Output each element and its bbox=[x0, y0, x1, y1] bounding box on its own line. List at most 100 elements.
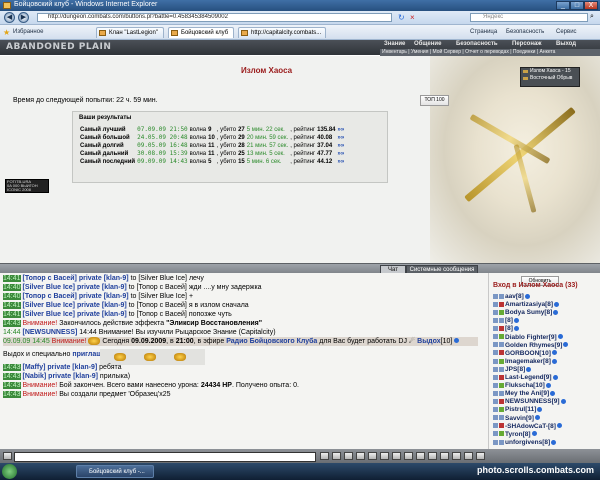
player-name[interactable]: unforgivens[8] bbox=[505, 439, 550, 446]
player-name[interactable]: Pistrul[11] bbox=[505, 406, 536, 413]
nav-security[interactable]: Безопасность bbox=[456, 41, 498, 47]
private-message-icon[interactable] bbox=[493, 431, 498, 437]
player-name[interactable]: -SHAdowCaT-[8] bbox=[505, 423, 556, 430]
chat-private[interactable]: private [klan-9] bbox=[79, 275, 129, 282]
info-icon[interactable] bbox=[551, 439, 557, 445]
chat-sender[interactable]: [Silver Blue Ice] bbox=[22, 284, 75, 291]
info-icon[interactable] bbox=[545, 382, 551, 388]
info-icon[interactable] bbox=[513, 318, 519, 324]
player-name[interactable]: Imagemaker[8] bbox=[505, 358, 551, 365]
clear-button[interactable] bbox=[332, 452, 341, 460]
private-message-icon[interactable] bbox=[493, 366, 498, 372]
info-icon[interactable] bbox=[556, 423, 562, 429]
player-name[interactable]: GORBOON[10] bbox=[505, 350, 551, 357]
result-details-link[interactable]: »» bbox=[338, 158, 347, 166]
private-message-icon[interactable] bbox=[493, 390, 498, 396]
chat-sender[interactable]: [Silver Blue Ice] bbox=[22, 302, 75, 309]
chat-sender[interactable]: [Топор с Васей] bbox=[22, 275, 76, 282]
result-details-link[interactable]: »» bbox=[338, 134, 347, 142]
player-name[interactable]: NEWSUNNESS[9] bbox=[505, 398, 560, 405]
info-icon[interactable] bbox=[557, 334, 563, 340]
chat-private[interactable]: private [klan-9] bbox=[79, 293, 129, 300]
refresh-icon[interactable]: ↻ bbox=[398, 13, 407, 22]
player-name[interactable]: [8] bbox=[505, 317, 513, 324]
chat-message-input[interactable] bbox=[14, 452, 316, 462]
chat-recipient[interactable]: to [Silver Blue Ice] bbox=[131, 293, 187, 300]
favorites-star-icon[interactable]: ★ bbox=[3, 28, 10, 37]
info-icon[interactable] bbox=[454, 338, 460, 343]
private-message-icon[interactable] bbox=[493, 350, 498, 356]
chat-private[interactable]: private [klan-9] bbox=[77, 311, 127, 318]
nav-exit[interactable]: Выход bbox=[556, 41, 576, 47]
nav-communication[interactable]: Общение bbox=[414, 41, 441, 47]
player-name[interactable]: JPS[8] bbox=[505, 366, 525, 373]
radio-link[interactable]: Радио Бойцовского Клуба bbox=[226, 338, 317, 345]
chat-private[interactable]: private [klan-9] bbox=[47, 364, 97, 371]
private-message-icon[interactable] bbox=[493, 318, 498, 324]
chat-private[interactable]: private [klan-9] bbox=[77, 302, 127, 309]
url-input[interactable]: http://dungeon.combats.com/buttons.pl?ba… bbox=[37, 13, 392, 22]
private-message-icon[interactable] bbox=[493, 358, 498, 364]
info-icon[interactable] bbox=[551, 350, 557, 356]
private-message-icon[interactable] bbox=[493, 423, 498, 429]
chat-mode-icon[interactable] bbox=[3, 452, 12, 460]
private-message-icon[interactable] bbox=[493, 439, 498, 445]
scroll-button[interactable] bbox=[404, 452, 413, 460]
security-menu[interactable]: Безопасность bbox=[506, 28, 544, 37]
private-message-icon[interactable] bbox=[493, 293, 498, 299]
private-message-icon[interactable] bbox=[493, 399, 498, 405]
info-icon[interactable] bbox=[534, 415, 540, 421]
player-name[interactable]: Tyron[8] bbox=[505, 431, 531, 438]
player-name[interactable]: Bodya Sumy[8] bbox=[505, 309, 552, 316]
info-icon[interactable] bbox=[553, 309, 559, 315]
tools-menu[interactable]: Сервис bbox=[556, 28, 577, 37]
result-details-link[interactable]: »» bbox=[338, 142, 347, 150]
clan-button[interactable] bbox=[452, 452, 461, 460]
info-icon[interactable] bbox=[560, 399, 566, 405]
back-button[interactable]: ◀ bbox=[4, 12, 15, 23]
smiles-button[interactable] bbox=[344, 452, 353, 460]
player-name[interactable]: aav[8] bbox=[505, 293, 524, 300]
tab-fight-club[interactable]: Бойцовский клуб bbox=[168, 27, 234, 38]
chat-recipient[interactable]: to [Топор с Васей] bbox=[129, 284, 187, 291]
info-icon[interactable] bbox=[524, 293, 530, 299]
info-icon[interactable] bbox=[526, 366, 532, 372]
player-name[interactable]: Amartizasiya[8] bbox=[505, 301, 553, 308]
stop-icon[interactable]: × bbox=[410, 13, 419, 22]
chat-sender[interactable]: [Nabik] bbox=[22, 373, 46, 380]
result-details-link[interactable]: »» bbox=[338, 126, 347, 134]
nav-character[interactable]: Персонаж bbox=[512, 41, 542, 47]
top100-button[interactable]: ТОП 100 bbox=[420, 95, 449, 106]
player-name[interactable]: Golden Rhymes[9] bbox=[505, 342, 562, 349]
info-icon[interactable] bbox=[513, 326, 519, 332]
private-message-icon[interactable] bbox=[493, 301, 498, 307]
private-message-icon[interactable] bbox=[493, 334, 498, 340]
private-message-icon[interactable] bbox=[493, 374, 498, 380]
map-button[interactable] bbox=[428, 452, 437, 460]
chat-sender[interactable]: [Топор с Васей] bbox=[22, 293, 76, 300]
info-icon[interactable] bbox=[531, 431, 537, 437]
player-name[interactable]: Flukscha[10] bbox=[505, 382, 545, 389]
info-icon[interactable] bbox=[550, 390, 556, 396]
result-details-link[interactable]: »» bbox=[338, 150, 347, 158]
player-name[interactable]: Savvin[9] bbox=[505, 415, 534, 422]
player-name[interactable]: [8] bbox=[505, 325, 513, 332]
search-icon[interactable]: ⌕ bbox=[590, 13, 594, 21]
translit-button[interactable] bbox=[356, 452, 365, 460]
chat-private[interactable]: private [klan-9] bbox=[77, 284, 127, 291]
favorites-button[interactable]: Избранное bbox=[13, 28, 43, 37]
private-message-icon[interactable] bbox=[493, 415, 498, 421]
start-button[interactable] bbox=[2, 464, 17, 479]
chat-sender[interactable]: [Maffy] bbox=[22, 364, 45, 371]
page-menu[interactable]: Страница bbox=[470, 28, 497, 37]
mail-button[interactable] bbox=[464, 452, 473, 460]
exit-chat-button[interactable] bbox=[476, 452, 485, 460]
player-name[interactable]: Diablo Fighter[9] bbox=[505, 334, 557, 341]
minimize-button[interactable]: _ bbox=[556, 1, 570, 10]
chat-private[interactable]: private [klan-9] bbox=[48, 373, 98, 380]
subnav-links[interactable]: Инвентарь | Умения | Мой Сервер | Отчет … bbox=[382, 49, 555, 56]
help-button[interactable] bbox=[416, 452, 425, 460]
info-icon[interactable] bbox=[551, 358, 557, 364]
chat-recipient[interactable]: to [Топор с Васей] bbox=[129, 311, 187, 318]
private-message-icon[interactable] bbox=[493, 382, 498, 388]
